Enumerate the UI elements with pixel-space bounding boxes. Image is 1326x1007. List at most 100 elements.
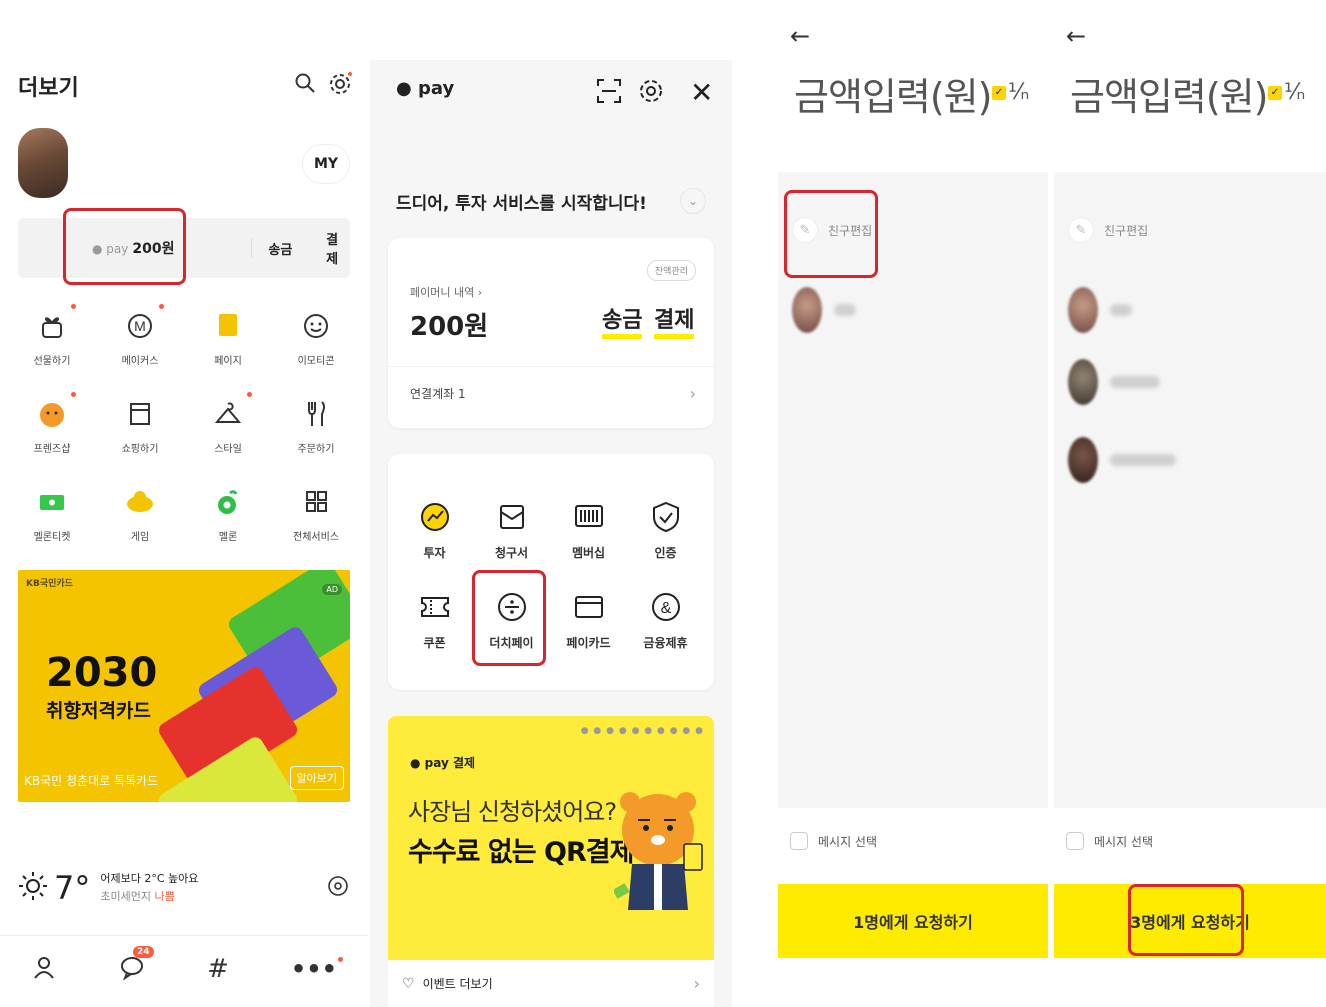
friend-item[interactable] (1068, 354, 1160, 410)
dutch-pay-amount-screen-1: ← 금액입력(원) ✓ ⅟ₙ ✎ 친구편집 메시지 선택 1명에게 요청하기 (778, 0, 1048, 1007)
barcode-icon (570, 498, 608, 536)
amount-input[interactable]: 금액입력(원) (794, 66, 992, 121)
gift-icon (34, 304, 76, 344)
grid-label: 선물하기 (33, 356, 71, 367)
pay-brand-text: pay (417, 78, 455, 99)
grid-item-gift[interactable]: 선물하기 (8, 304, 96, 392)
bottom-nav: 24 # ••• (0, 935, 368, 1001)
close-icon[interactable]: ✕ (690, 76, 713, 109)
more-tab-icon[interactable]: ••• (291, 955, 343, 983)
service-auth[interactable]: 인증 (627, 492, 704, 582)
service-pay-card[interactable]: 페이카드 (550, 582, 627, 672)
friends-tab-icon[interactable] (31, 954, 57, 984)
grid-item-melon-ticket[interactable]: 멜론티켓 (8, 480, 96, 568)
search-icon[interactable] (294, 72, 316, 98)
grid-item-page[interactable]: 페이지 (184, 304, 272, 392)
linked-account-label: 연결계좌 1 (410, 386, 466, 401)
friend-name-blurred (834, 304, 856, 316)
grid-item-makers[interactable]: M 메이커스 (96, 304, 184, 392)
friend-edit-button[interactable]: ✎ 친구편집 (1068, 202, 1148, 258)
shield-check-icon (647, 498, 685, 536)
divider (251, 238, 253, 258)
page-icon (210, 308, 246, 344)
back-arrow-icon[interactable]: ← (1066, 22, 1086, 50)
ryan-character-image (612, 780, 710, 934)
service-label: 투자 (423, 546, 446, 560)
friend-item[interactable] (792, 282, 856, 338)
service-membership[interactable]: 멤버십 (550, 492, 627, 582)
amount-input[interactable]: 금액입력(원) (1070, 66, 1268, 121)
all-services-icon (298, 484, 334, 520)
ad-banner[interactable]: KB국민카드 AD 2030 취향저격카드 KB국민 청춘대로 톡톡카드 알아보… (18, 570, 350, 802)
send-button[interactable]: 송금 (602, 308, 643, 339)
promo-banner[interactable]: ● ● ● ● ● ● ● ● ● ● ● pay 결제 사장님 신청하셨어요?… (388, 716, 714, 960)
grid-item-emoticon[interactable]: 이모티콘 (272, 304, 360, 392)
notice-banner[interactable]: 드디어, 투자 서비스를 시작합니다! ⌄ (396, 188, 706, 214)
friend-avatar (1068, 359, 1098, 405)
dutch-pay-amount-screen-3: ← 금액입력(원) ✓ ⅟ₙ ✎ 친구편집 메시지 선택 3명에게 요청하기 (1054, 0, 1326, 1007)
balance-amount: 200원 (410, 312, 489, 342)
fraction-icon: ⅟ₙ (1008, 80, 1030, 105)
grid-item-order[interactable]: 주문하기 (272, 392, 360, 480)
split-n-toggle[interactable]: ✓ ⅟ₙ (992, 80, 1029, 105)
service-grid: 선물하기 M 메이커스 페이지 이모티콘 프렌즈샵 쇼핑하기 스타일 주문하기 (8, 304, 360, 568)
chat-badge: 24 (133, 945, 154, 958)
service-bill[interactable]: 청구서 (473, 492, 550, 582)
send-button[interactable]: 송금 (268, 239, 326, 258)
back-arrow-icon[interactable]: ← (790, 22, 810, 50)
highlight-request-button (1128, 884, 1244, 956)
chat-tab-icon[interactable]: 24 (119, 945, 154, 984)
locate-icon[interactable] (326, 874, 350, 902)
page-title: 더보기 (18, 76, 79, 101)
friend-item[interactable] (1068, 432, 1176, 488)
pay-button[interactable]: 결제 (326, 229, 350, 267)
scan-icon[interactable] (596, 78, 622, 108)
service-label: 페이카드 (566, 636, 611, 650)
ticket-icon (34, 484, 70, 520)
pay-home-screen: ● pay ✕ 드디어, 투자 서비스를 시작합니다! ⌄ 잔액관리 페이머니 … (370, 60, 732, 1007)
service-invest[interactable]: 투자 (396, 492, 473, 582)
learn-more-button[interactable]: 알아보기 (289, 766, 344, 790)
hashtag-tab-icon[interactable]: # (207, 954, 229, 984)
my-button[interactable]: MY (302, 144, 350, 184)
grid-label: 메이커스 (121, 356, 159, 367)
profile-avatar[interactable] (18, 128, 68, 198)
grid-item-style[interactable]: 스타일 (184, 392, 272, 480)
game-icon (122, 484, 158, 520)
friend-avatar (1068, 287, 1098, 333)
grid-item-shopping[interactable]: 쇼핑하기 (96, 392, 184, 480)
message-select-checkbox[interactable]: 메시지 선택 (1066, 832, 1153, 850)
grid-label: 페이지 (214, 356, 242, 367)
chevron-right-icon: › (689, 383, 696, 403)
history-link[interactable]: 페이머니 내역 › (410, 284, 482, 300)
grid-item-all-services[interactable]: 전체서비스 (272, 480, 360, 568)
pay-button[interactable]: 결제 (654, 308, 695, 339)
grid-item-melon[interactable]: 멜론 (184, 480, 272, 568)
ampersand-icon: & (647, 588, 685, 626)
event-more-row[interactable]: ♡ 이벤트 더보기 › (388, 960, 714, 1007)
grid-label: 게임 (130, 532, 150, 543)
service-finance-partner[interactable]: & 금융제휴 (627, 582, 704, 672)
weather-widget[interactable]: 7° 어제보다 2°C 높아요 초미세먼지 나쁨 (18, 858, 350, 918)
grid-label: 전체서비스 (293, 532, 339, 543)
balance-manage-button[interactable]: 잔액관리 (646, 260, 696, 281)
settings-icon[interactable] (638, 78, 664, 108)
highlight-friend-edit (784, 190, 878, 278)
message-select-checkbox[interactable]: 메시지 선택 (790, 832, 877, 850)
service-label: 금융제휴 (643, 636, 688, 650)
fork-knife-icon (298, 396, 334, 432)
badge-dot (159, 304, 164, 309)
linked-account-row[interactable]: 연결계좌 1 › (410, 378, 696, 408)
split-n-toggle[interactable]: ✓ ⅟ₙ (1268, 80, 1305, 105)
shopping-icon (122, 396, 158, 432)
message-select-label: 메시지 선택 (1094, 834, 1154, 849)
checkbox-icon (1066, 832, 1084, 850)
grid-item-game[interactable]: 게임 (96, 480, 184, 568)
settings-icon[interactable] (328, 72, 352, 100)
highlight-pay-balance (63, 208, 186, 285)
grid-item-friends-shop[interactable]: 프렌즈샵 (8, 392, 96, 480)
request-button[interactable]: 1명에게 요청하기 (778, 884, 1048, 958)
chevron-down-icon[interactable]: ⌄ (680, 188, 706, 214)
service-coupon[interactable]: 쿠폰 (396, 582, 473, 672)
friend-item[interactable] (1068, 282, 1132, 338)
